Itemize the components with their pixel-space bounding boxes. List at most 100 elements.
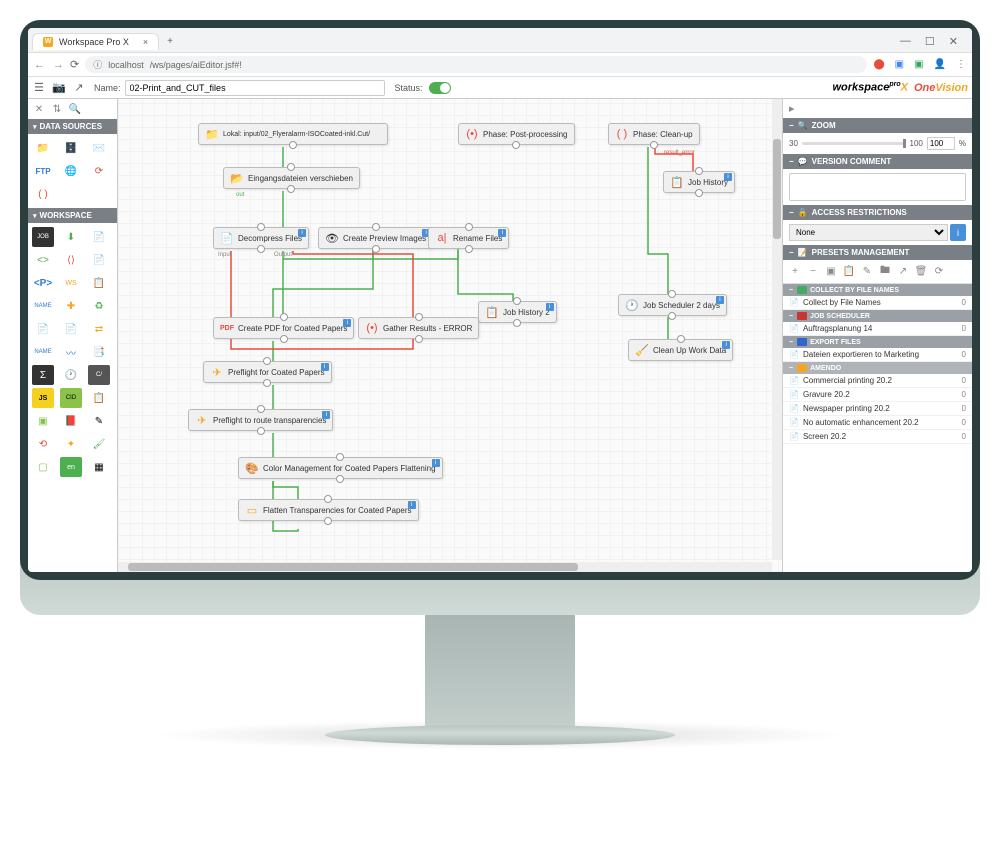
node-phase-cleanup[interactable]: ( ) Phase: Clean-up result_error: [608, 123, 700, 145]
tab-close-icon[interactable]: ×: [143, 37, 148, 47]
address-bar[interactable]: ⓘ localhost/ws/pages/aiEditor.jsf#!: [85, 56, 867, 73]
tool-sigma-icon[interactable]: Σ: [32, 365, 54, 385]
tool-code-icon[interactable]: <>: [32, 250, 54, 270]
tool-brush-icon[interactable]: 🖌: [88, 434, 110, 454]
tool-ftp-icon[interactable]: FTP: [32, 161, 54, 181]
back-button[interactable]: ←: [34, 59, 45, 71]
tool-js-icon[interactable]: 📄: [88, 250, 110, 270]
access-restrictions-select[interactable]: None: [789, 224, 948, 241]
tool-doc4-icon[interactable]: 📑: [88, 342, 110, 362]
node-job-history2[interactable]: 📋 Job History 2 i: [478, 301, 557, 323]
preset-trash-icon[interactable]: 🗑: [915, 263, 927, 280]
node-preflight-coated[interactable]: ✈ Preflight for Coated Papers i: [203, 361, 332, 383]
version-comment-input[interactable]: [789, 173, 966, 201]
node-color-mgmt[interactable]: 🎨 Color Management for Coated Papers Fla…: [238, 457, 443, 479]
canvas-scrollbar-horizontal[interactable]: [118, 562, 772, 572]
node-create-pdf[interactable]: PDF Create PDF for Coated Papers i: [213, 317, 354, 339]
node-job-history[interactable]: 📋 Job History i: [663, 171, 735, 193]
close-window-button[interactable]: ✕: [949, 35, 958, 48]
tool-grid-icon[interactable]: ▦: [88, 457, 110, 477]
tool-clip-icon[interactable]: 📋: [88, 388, 110, 408]
node-gather-results[interactable]: (•) Gather Results - ERROR: [358, 317, 479, 339]
node-preflight-transp[interactable]: ✈ Preflight to route transparencies i: [188, 409, 333, 431]
browser-tab[interactable]: W Workspace Pro X ×: [32, 33, 159, 50]
node-phase-post[interactable]: (•) Phase: Post-processing: [458, 123, 575, 145]
preset-item[interactable]: 📄Screen 20.20: [783, 430, 972, 444]
zoom-input[interactable]: [927, 137, 955, 150]
preset-item[interactable]: 📄No automatic enhancement 20.20: [783, 416, 972, 430]
search-icon[interactable]: 🔍: [68, 102, 82, 116]
preset-remove-icon[interactable]: −: [807, 263, 819, 280]
access-info-icon[interactable]: i: [950, 224, 966, 241]
node-move-input[interactable]: 📂 Eingangsdateien verschieben out: [223, 167, 360, 189]
preset-refresh-icon[interactable]: ⟳: [933, 263, 945, 280]
tool-green-icon[interactable]: ▣: [32, 411, 54, 431]
version-comment-header[interactable]: −💬 VERSION COMMENT: [783, 154, 972, 169]
preset-item[interactable]: 📄Dateien exportieren to Marketing0: [783, 348, 972, 362]
tool-download-icon[interactable]: ⬇: [60, 227, 82, 247]
tool-p-icon[interactable]: <P>: [32, 273, 54, 293]
tool-cp-icon[interactable]: 📋: [88, 273, 110, 293]
preset-item[interactable]: 📄Gravure 20.20: [783, 388, 972, 402]
preset-edit-icon[interactable]: ✎: [861, 263, 873, 280]
workflow-canvas[interactable]: 📁 Lokal: input/02_Flyeralarm-ISOCoated-i…: [118, 99, 782, 572]
access-restrictions-header[interactable]: −🔒 ACCESS RESTRICTIONS: [783, 205, 972, 220]
tool-mail-icon[interactable]: ✉️: [88, 138, 110, 158]
preset-export-icon[interactable]: ↗: [897, 263, 909, 280]
extension-icon-2[interactable]: ▣: [895, 59, 904, 70]
tool-cross-icon[interactable]: ✚: [60, 296, 82, 316]
tool-node-icon[interactable]: ( ): [32, 184, 54, 204]
tool-archive-icon[interactable]: 🗄️: [60, 138, 82, 158]
sort-icon[interactable]: ⇅: [50, 102, 64, 116]
tool-phase-icon[interactable]: ⟳: [88, 161, 110, 181]
export-icon[interactable]: ↗: [72, 81, 86, 95]
extension-icon-3[interactable]: ▣: [914, 59, 923, 70]
workspace-panel-header[interactable]: WORKSPACE: [28, 208, 117, 223]
maximize-button[interactable]: ☐: [925, 35, 935, 48]
node-job-scheduler[interactable]: 🕐 Job Scheduler 2 days i: [618, 294, 727, 316]
preset-item[interactable]: 📄Auftragsplanung 140: [783, 322, 972, 336]
node-create-preview[interactable]: 👁 Create Preview Images i: [318, 227, 433, 249]
tool-cid-icon[interactable]: CID: [60, 388, 82, 408]
reload-button[interactable]: ⟳: [70, 58, 79, 71]
preset-copy-icon[interactable]: ▣: [825, 263, 837, 280]
tool-en-icon[interactable]: en: [60, 457, 82, 477]
node-rename[interactable]: a| Rename Files i: [428, 227, 509, 249]
export-subsection[interactable]: −EXPORT FILES: [783, 336, 972, 348]
filter-icon[interactable]: ✕: [32, 102, 46, 116]
node-flatten[interactable]: ▭ Flatten Transparencies for Coated Pape…: [238, 499, 419, 521]
tool-job-icon[interactable]: JOB: [32, 227, 54, 247]
tool-doc-icon[interactable]: 📄: [88, 227, 110, 247]
tool-data-icon[interactable]: ⟨⟩: [60, 250, 82, 270]
tool-swap-icon[interactable]: ⇄: [88, 319, 110, 339]
job-scheduler-subsection[interactable]: −JOB SCHEDULER: [783, 310, 972, 322]
new-tab-button[interactable]: +: [159, 34, 181, 49]
site-info-icon[interactable]: ⓘ: [93, 58, 102, 71]
node-clean-up[interactable]: 🧹 Clean Up Work Data i: [628, 339, 733, 361]
tool-ws-icon[interactable]: WS: [60, 273, 82, 293]
preset-item[interactable]: 📄Collect by File Names0: [783, 296, 972, 310]
zoom-slider[interactable]: [802, 142, 906, 145]
tool-name-icon[interactable]: NAME: [32, 296, 54, 316]
forward-button[interactable]: →: [53, 59, 64, 71]
preset-add-icon[interactable]: +: [789, 263, 801, 280]
tool-js2-icon[interactable]: JS: [32, 388, 54, 408]
node-input-folder[interactable]: 📁 Lokal: input/02_Flyeralarm-ISOCoated-i…: [198, 123, 388, 145]
collect-subsection[interactable]: −COLLECT BY FILE NAMES: [783, 284, 972, 296]
tool-name2-icon[interactable]: NAME: [32, 342, 54, 362]
tool-doc2-icon[interactable]: 📄: [32, 319, 54, 339]
tool-wave-icon[interactable]: 〰: [60, 342, 82, 362]
tool-book-icon[interactable]: 📕: [60, 411, 82, 431]
tool-sq-icon[interactable]: ▢: [32, 457, 54, 477]
minimize-button[interactable]: —: [900, 35, 911, 48]
camera-icon[interactable]: 📷: [52, 81, 66, 95]
tool-doc3-icon[interactable]: 📄: [60, 319, 82, 339]
status-toggle[interactable]: [429, 82, 451, 94]
presets-management-header[interactable]: −📝 PRESETS MANAGEMENT: [783, 245, 972, 260]
tool-ci-icon[interactable]: C/: [88, 365, 110, 385]
tool-refresh-icon[interactable]: ♻: [88, 296, 110, 316]
amendo-subsection[interactable]: −AMENDO: [783, 362, 972, 374]
tool-http-icon[interactable]: 🌐: [60, 161, 82, 181]
tool-star-icon[interactable]: ✦: [60, 434, 82, 454]
tool-pencil-icon[interactable]: ✎: [88, 411, 110, 431]
